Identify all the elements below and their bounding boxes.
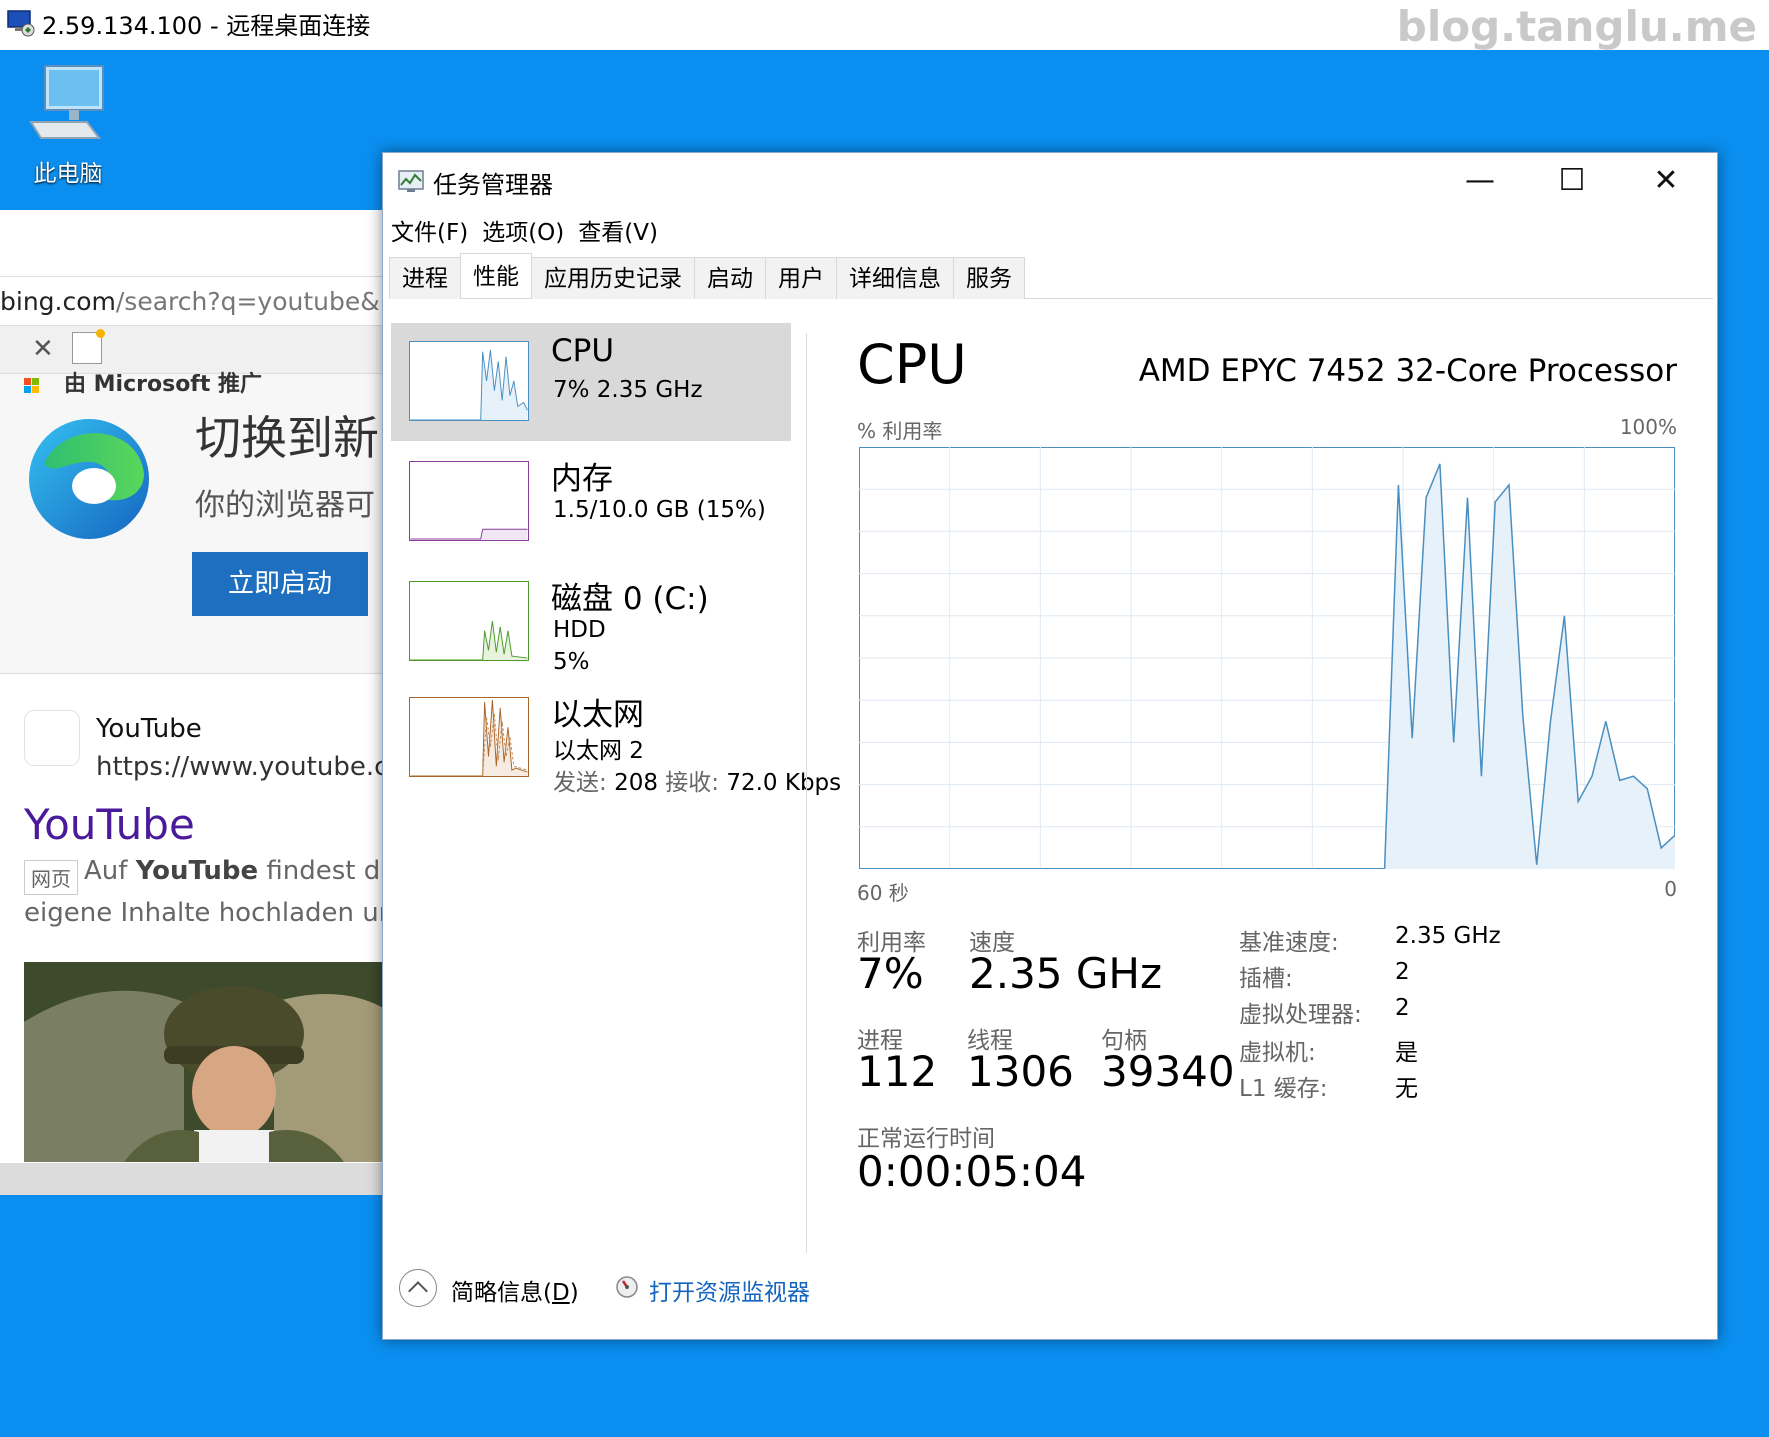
resource-ethernet-name: 以太网 [551, 697, 644, 733]
result-title-link[interactable]: YouTube [24, 800, 195, 849]
detail-key: 虚拟处理器: [1239, 1002, 1362, 1028]
detail-value: 无 [1395, 1076, 1418, 1102]
tab-details[interactable]: 详细信息 [836, 257, 954, 299]
graph-y-max: 100% [1619, 415, 1677, 439]
close-button[interactable]: ✕ [1623, 157, 1709, 205]
tab-startup[interactable]: 启动 [694, 257, 766, 299]
resource-item-disk[interactable]: 磁盘 0 (C:) HDD 5% [391, 563, 791, 681]
detail-value: 2 [1395, 959, 1410, 985]
detail-key: 插槽: [1239, 966, 1293, 992]
disk-mini-graph [409, 581, 529, 661]
youtube-favicon [24, 710, 80, 766]
pane-divider[interactable] [806, 333, 807, 1253]
desktop-icon-label: 此电脑 [33, 161, 103, 187]
resource-item-memory[interactable]: 内存 1.5/10.0 GB (15%) [391, 443, 791, 561]
soldier-photo [24, 962, 390, 1162]
resource-ethernet-throughput: 发送: 208 接收: 72.0 Kbps [553, 770, 842, 796]
resource-memory-value: 1.5/10.0 GB (15%) [553, 497, 766, 523]
detail-value: 2.35 GHz [1395, 923, 1501, 949]
result-snippet-line1: Auf YouTube findest du [84, 856, 390, 886]
resource-cpu-value: 7% 2.35 GHz [553, 377, 703, 403]
rdp-title-bar: 2.59.134.100 - 远程桌面连接 blog.tanglu.me [0, 0, 1769, 51]
task-manager-title-bar[interactable]: 任务管理器 — ☐ ✕ [383, 153, 1717, 209]
threads-value: 1306 [967, 1047, 1074, 1096]
tab-performance[interactable]: 性能 [460, 253, 532, 296]
graph-x-right-label: 0 [1664, 877, 1677, 901]
close-tab-icon[interactable]: ✕ [32, 334, 54, 364]
launch-now-button[interactable]: 立即启动 [192, 552, 368, 616]
menu-view[interactable]: 查看(V) [578, 213, 658, 251]
fewer-details-chevron-icon[interactable] [399, 1269, 437, 1307]
window-title: 任务管理器 [433, 171, 553, 199]
tab-bar: 进程 性能 应用历史记录 启动 用户 详细信息 服务 [389, 253, 1713, 299]
tab-users[interactable]: 用户 [765, 257, 837, 299]
result-type-tag: 网页 [24, 860, 78, 895]
address-bar-url: bing.com/search?q=youtube&FORM [0, 287, 390, 316]
promoted-by-text: 由 Microsoft 推广 [64, 372, 263, 397]
menu-file[interactable]: 文件(F) [391, 213, 468, 251]
resource-memory-name: 内存 [551, 461, 613, 497]
detail-value: 2 [1395, 995, 1410, 1021]
ethernet-mini-graph [409, 697, 529, 777]
resource-item-ethernet[interactable]: 以太网 以太网 2 发送: 208 接收: 72.0 Kbps [391, 697, 841, 815]
remote-desktop-icon [7, 10, 35, 37]
result-snippet-line2: eigene Inhalte hochladen und [24, 898, 390, 928]
address-bar[interactable]: bing.com/search?q=youtube&FORM [0, 276, 390, 326]
tab-processes[interactable]: 进程 [389, 257, 461, 299]
tab-app-history[interactable]: 应用历史记录 [531, 257, 695, 299]
edge-logo-icon [29, 419, 149, 539]
processor-model: AMD EPYC 7452 32-Core Processor [1138, 353, 1677, 389]
speed-value: 2.35 GHz [969, 949, 1163, 998]
ad-subheadline: 你的浏览器可 [195, 488, 375, 523]
detail-value: 是 [1395, 1040, 1418, 1066]
menu-bar: 文件(F) 选项(O) 查看(V) [391, 213, 658, 251]
task-manager-window: 任务管理器 — ☐ ✕ 文件(F) 选项(O) 查看(V) 进程 性能 应用历史… [382, 152, 1718, 1340]
resource-disk-type: HDD [553, 617, 606, 643]
utilization-value: 7% [857, 949, 924, 998]
memory-mini-graph [409, 461, 529, 541]
uptime-value: 0:00:05:04 [857, 1147, 1087, 1196]
handles-value: 39340 [1101, 1047, 1235, 1096]
microsoft-logo-icon [24, 378, 56, 393]
result-site-name: YouTube [96, 714, 202, 744]
detail-key: L1 缓存: [1239, 1076, 1328, 1102]
task-manager-app-icon [398, 170, 424, 192]
processes-value: 112 [857, 1047, 938, 1096]
graph-y-label: % 利用率 [857, 419, 943, 443]
resource-list: CPU 7% 2.35 GHz 内存 1.5/10.0 GB (15%) 磁盘 … [391, 323, 841, 1263]
resource-item-cpu[interactable]: CPU 7% 2.35 GHz [391, 323, 791, 441]
background-browser-window: bing.com/search?q=youtube&FORM ✕ 由 Micro… [0, 210, 390, 1195]
panel-title: CPU [857, 333, 967, 396]
open-resource-monitor-link[interactable]: 打开资源监视器 [649, 1273, 810, 1307]
computer-icon [29, 65, 104, 139]
this-pc-desktop-icon[interactable]: 此电脑 [18, 62, 118, 188]
result-thumbnail-image[interactable] [24, 962, 390, 1162]
graph-x-left-label: 60 秒 [857, 881, 909, 905]
resource-cpu-name: CPU [551, 333, 615, 369]
browser-status-strip [0, 1163, 390, 1195]
cpu-utilization-graph [859, 447, 1675, 869]
watermark-text: blog.tanglu.me [1396, 2, 1757, 51]
tab-services[interactable]: 服务 [953, 257, 1025, 299]
minimize-button[interactable]: — [1437, 157, 1523, 205]
resource-disk-value: 5% [553, 649, 590, 675]
detail-key: 虚拟机: [1239, 1040, 1316, 1066]
resource-disk-name: 磁盘 0 (C:) [551, 581, 709, 617]
ad-headline: 切换到新 [195, 411, 379, 465]
maximize-button[interactable]: ☐ [1529, 157, 1615, 205]
resource-ethernet-adapter: 以太网 2 [553, 738, 644, 764]
detail-key: 基准速度: [1239, 930, 1339, 956]
fewer-details-link[interactable]: 简略信息(D) [451, 1273, 579, 1307]
result-site-url: https://www.youtube.com [96, 752, 390, 782]
new-tab-icon[interactable] [72, 329, 105, 364]
resource-monitor-icon [616, 1276, 638, 1298]
menu-options[interactable]: 选项(O) [482, 213, 564, 251]
edge-ad-banner: 由 Microsoft 推广 切换到新 你的浏览器可 [0, 372, 390, 674]
rdp-window-title: 2.59.134.100 - 远程桌面连接 [42, 12, 371, 40]
cpu-mini-graph [409, 341, 529, 421]
